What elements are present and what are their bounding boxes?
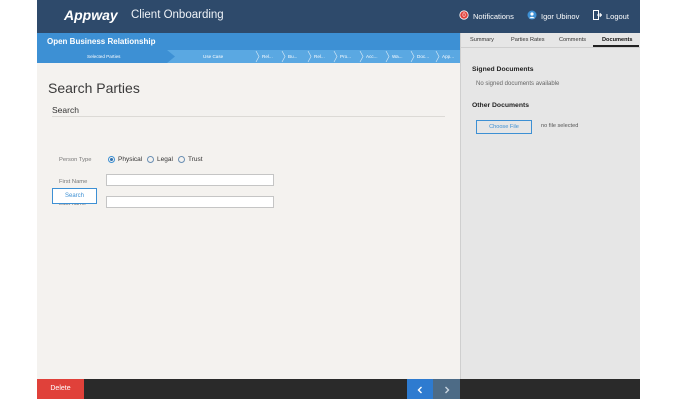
process-title-bar: Open Business Relationship bbox=[37, 33, 460, 50]
footer-bar: Delete bbox=[37, 379, 640, 399]
signed-documents-heading: Signed Documents bbox=[472, 66, 534, 73]
notifications-label: Notifications bbox=[473, 11, 514, 21]
other-documents-heading: Other Documents bbox=[472, 102, 530, 109]
tab-documents[interactable]: Documents bbox=[602, 37, 632, 43]
notification-icon: 0 bbox=[459, 10, 469, 22]
process-title: Open Business Relationship bbox=[47, 37, 156, 46]
appway-logo[interactable]: Appway bbox=[64, 7, 118, 23]
section-divider bbox=[52, 116, 445, 117]
process-steps: Selected Parties Use Case Rel... Bu... R… bbox=[37, 50, 460, 63]
delete-button[interactable]: Delete bbox=[37, 379, 84, 399]
person-type-label: Person Type bbox=[59, 157, 92, 163]
right-panel: Summary Parties Rates Comments Documents… bbox=[460, 33, 640, 379]
active-tab-indicator bbox=[593, 45, 639, 47]
notifications-button[interactable]: 0 Notifications bbox=[459, 10, 514, 22]
user-menu[interactable]: Igor Ubinov bbox=[527, 10, 579, 22]
app-window: Appway Client Onboarding 0 Notifications… bbox=[37, 0, 640, 399]
last-name-field[interactable] bbox=[106, 196, 274, 208]
section-title: Search bbox=[52, 105, 79, 115]
search-button[interactable]: Search bbox=[52, 188, 97, 204]
no-file-selected-text: no file selected bbox=[541, 123, 579, 129]
radio-physical[interactable]: Physical bbox=[108, 156, 142, 163]
page-title: Search Parties bbox=[48, 80, 140, 96]
first-name-label: First Name bbox=[59, 179, 88, 185]
app-header: Appway Client Onboarding 0 Notifications… bbox=[37, 0, 640, 33]
chevron-left-icon bbox=[417, 386, 422, 394]
tab-summary[interactable]: Summary bbox=[470, 37, 494, 43]
main-content: Open Business Relationship Selected Part… bbox=[37, 33, 460, 379]
user-avatar-icon bbox=[527, 10, 537, 22]
chevron-right-icon bbox=[444, 386, 449, 394]
tab-comments[interactable]: Comments bbox=[559, 37, 586, 43]
logout-button[interactable]: Logout bbox=[593, 10, 629, 22]
panel-tabs: Summary Parties Rates Comments Documents bbox=[461, 33, 640, 48]
radio-selected-icon[interactable] bbox=[108, 156, 115, 163]
logout-icon bbox=[593, 10, 603, 22]
user-name: Igor Ubinov bbox=[541, 11, 580, 21]
no-signed-documents-text: No signed documents available bbox=[476, 81, 560, 87]
next-button[interactable] bbox=[433, 379, 460, 399]
radio-legal[interactable]: Legal bbox=[147, 156, 173, 163]
logout-label: Logout bbox=[606, 11, 629, 21]
step-separators bbox=[255, 50, 440, 63]
radio-unselected-icon[interactable] bbox=[147, 156, 154, 163]
tab-parties-rates[interactable]: Parties Rates bbox=[511, 37, 545, 43]
radio-trust[interactable]: Trust bbox=[178, 156, 203, 163]
previous-button[interactable] bbox=[407, 379, 433, 399]
choose-file-button[interactable]: Choose File bbox=[476, 120, 532, 134]
app-title: Client Onboarding bbox=[131, 9, 224, 21]
first-name-field[interactable] bbox=[106, 174, 274, 186]
radio-unselected-icon[interactable] bbox=[178, 156, 185, 163]
